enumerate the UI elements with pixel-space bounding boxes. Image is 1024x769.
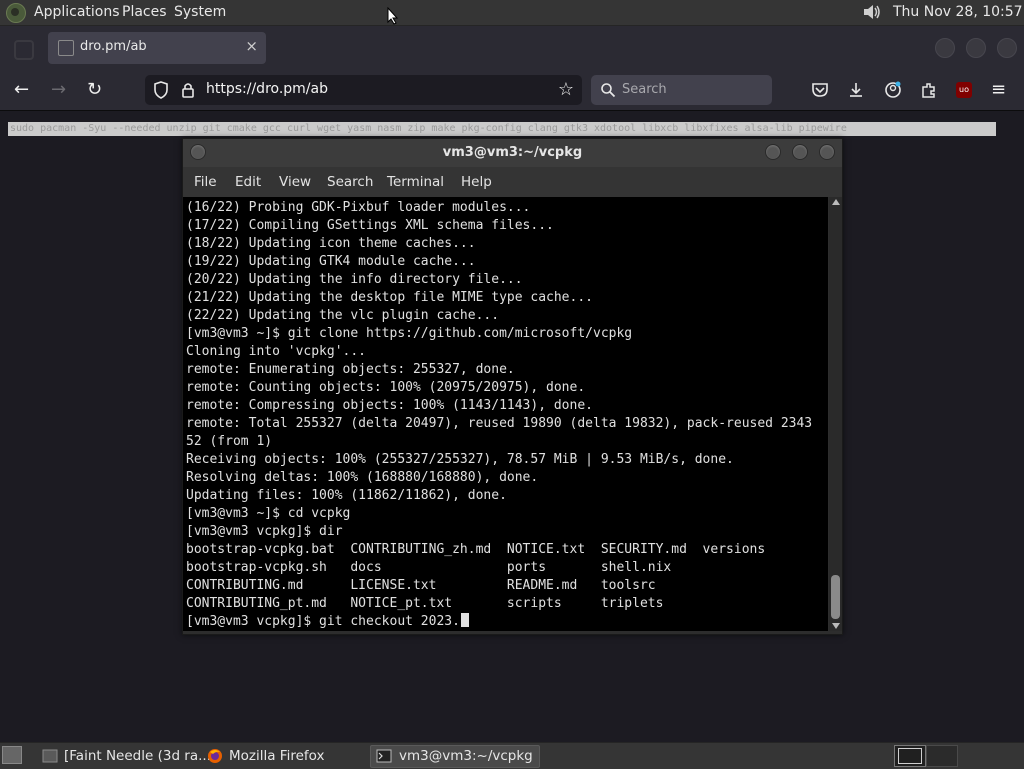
scroll-up-icon[interactable] [832,199,840,205]
forward-button[interactable]: → [51,80,66,100]
ublock-origin-icon[interactable]: uo [956,82,972,98]
search-icon [601,83,616,98]
terminal-menubar: File Edit View Search Terminal Help [183,167,842,197]
terminal-cursor [460,613,469,627]
places-menu[interactable]: Places [122,4,167,20]
task-firefox[interactable]: Mozilla Firefox [207,746,367,767]
maximize-button[interactable] [966,38,986,58]
firefox-icon [208,749,222,763]
terminal-line: [vm3@vm3 ~]$ cd vcpkg [186,506,351,521]
menu-view[interactable]: View [279,174,311,190]
terminal-icon [376,749,392,763]
terminal-line: remote: Enumerating objects: 255327, don… [186,362,515,377]
minimize-button[interactable] [935,38,955,58]
terminal-line: bootstrap-vcpkg.sh docs ports shell.nix [186,560,672,575]
distro-logo-icon[interactable] [6,3,26,23]
selected-command-text[interactable]: sudo pacman -Syu --needed unzip git cmak… [8,122,996,136]
url-text: https://dro.pm/ab [206,81,328,97]
clock[interactable]: Thu Nov 28, 10:57 PM [893,4,1024,20]
terminal-line: Receiving objects: 100% (255327/255327),… [186,452,734,467]
system-menu[interactable]: System [174,4,226,20]
terminal-text: (16/22) Probing GDK-Pixbuf loader module… [183,197,828,631]
terminal-line: (19/22) Updating GTK4 module cache... [186,254,476,269]
terminal-window: vm3@vm3:~/vcpkg File Edit View Search Te… [182,138,843,635]
terminal-line: (20/22) Updating the info directory file… [186,272,523,287]
terminal-close-button[interactable] [819,144,835,160]
downloads-icon[interactable] [847,81,865,99]
bookmark-star-icon[interactable]: ☆ [558,79,574,100]
workspace-2[interactable] [926,745,958,767]
tab-close-icon[interactable]: × [245,37,258,55]
terminal-line: bootstrap-vcpkg.bat CONTRIBUTING_zh.md N… [186,542,766,557]
scroll-down-icon[interactable] [832,623,840,629]
menu-terminal[interactable]: Terminal [387,174,444,190]
terminal-line: (21/22) Updating the desktop file MIME t… [186,290,593,305]
scrollbar-thumb[interactable] [831,575,840,619]
terminal-line: [vm3@vm3 vcpkg]$ git checkout 2023. [186,614,460,629]
close-window-button[interactable] [997,38,1017,58]
extensions-icon[interactable] [920,81,938,99]
terminal-line: remote: Counting objects: 100% (20975/20… [186,380,586,395]
terminal-line: Updating files: 100% (11862/11862), done… [186,488,507,503]
task-label: Mozilla Firefox [229,748,325,764]
terminal-title: vm3@vm3:~/vcpkg [442,145,583,160]
back-button[interactable]: ← [14,80,29,100]
terminal-line: CONTRIBUTING.md LICENSE.txt README.md to… [186,578,656,593]
terminal-line: (16/22) Probing GDK-Pixbuf loader module… [186,200,531,215]
top-panel: Applications Places System Thu Nov 28, 1… [0,0,1024,26]
workspace-1-window-preview [898,748,922,764]
terminal-line: (18/22) Updating icon theme caches... [186,236,476,251]
reload-button[interactable]: ↻ [87,80,102,100]
task-label: [Faint Needle (3d ra... [64,748,211,764]
terminal-line: remote: Compressing objects: 100% (1143/… [186,398,593,413]
terminal-line: CONTRIBUTING_pt.md NOTICE_pt.txt scripts… [186,596,664,611]
mouse-cursor-icon [387,7,399,25]
terminal-line: 52 (from 1) [186,434,273,449]
page-favicon-icon [58,40,74,56]
search-bar[interactable]: Search [591,75,772,105]
firefox-view-icon[interactable] [14,40,34,60]
terminal-scrollbar[interactable] [829,197,842,631]
applications-menu[interactable]: Applications [34,4,120,20]
document-icon [42,749,58,763]
terminal-maximize-button[interactable] [792,144,808,160]
shield-icon[interactable] [153,81,169,99]
menu-search[interactable]: Search [327,174,373,190]
terminal-minimize-button[interactable] [765,144,781,160]
url-bar[interactable]: https://dro.pm/ab ☆ [145,75,582,105]
volume-icon[interactable] [862,3,882,21]
terminal-line: (22/22) Updating the vlc plugin cache... [186,308,500,323]
menu-help[interactable]: Help [461,174,492,190]
account-icon[interactable] [884,81,902,99]
lock-icon[interactable] [181,82,195,98]
task-faint-needle[interactable]: [Faint Needle (3d ra... [42,746,211,767]
terminal-line: Resolving deltas: 100% (168880/168880), … [186,470,539,485]
menu-file[interactable]: File [194,174,217,190]
tab-title: dro.pm/ab [80,39,147,54]
terminal-line: remote: Total 255327 (delta 20497), reus… [186,416,813,431]
task-terminal[interactable]: vm3@vm3:~/vcpkg [370,745,540,768]
app-menu-button[interactable]: ≡ [991,80,1006,100]
terminal-line: [vm3@vm3 ~]$ git clone https://github.co… [186,326,633,341]
task-label: vm3@vm3:~/vcpkg [399,748,533,764]
terminal-line: (17/22) Compiling GSettings XML schema f… [186,218,554,233]
terminal-titlebar[interactable]: vm3@vm3:~/vcpkg [183,139,842,167]
search-placeholder: Search [622,82,667,97]
terminal-line: [vm3@vm3 vcpkg]$ dir [186,524,343,539]
show-desktop-button[interactable] [2,746,22,764]
terminal-output[interactable]: (16/22) Probing GDK-Pixbuf loader module… [183,197,828,631]
menu-edit[interactable]: Edit [235,174,261,190]
tab-dro-pm[interactable]: dro.pm/ab × [48,32,266,64]
terminal-line: Cloning into 'vcpkg'... [186,344,367,359]
pocket-icon[interactable] [811,81,829,99]
